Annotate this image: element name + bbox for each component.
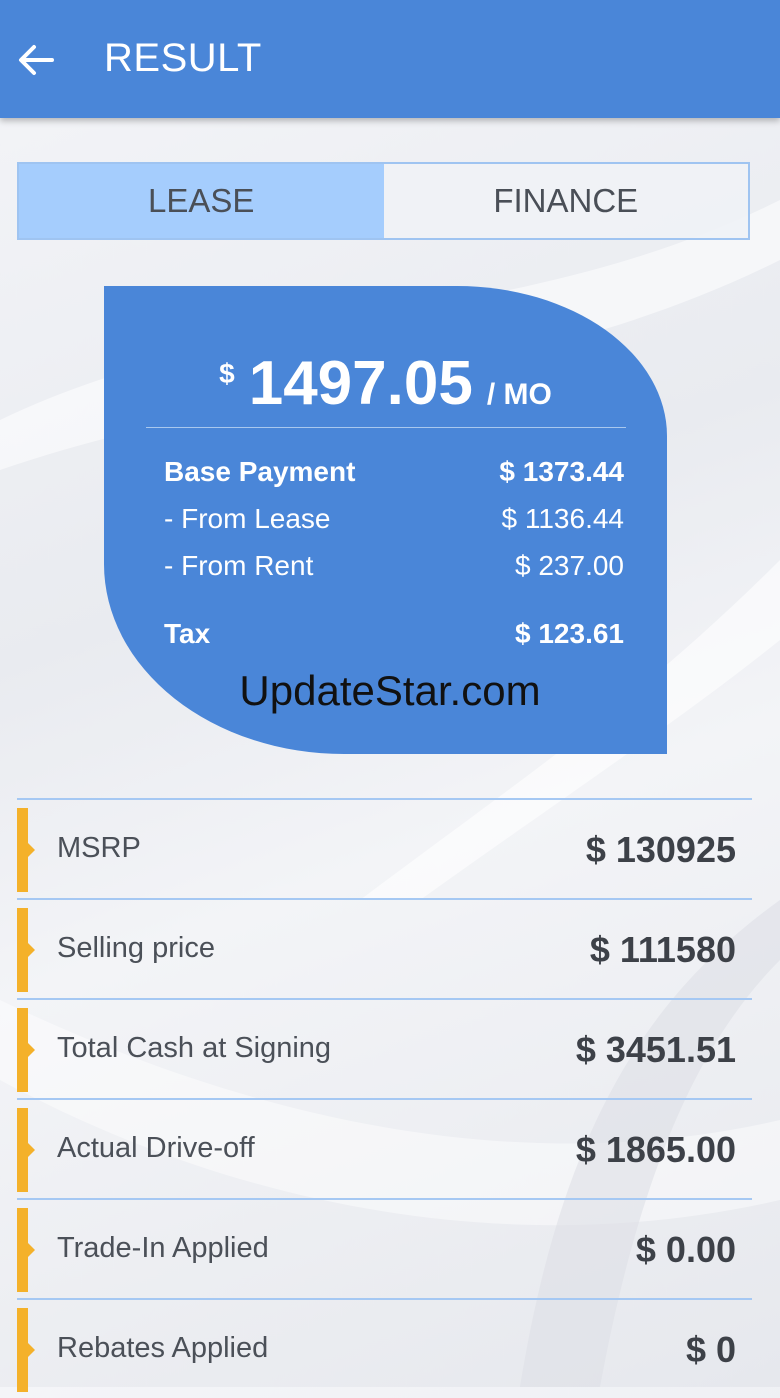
base-payment-row: Base Payment $ 1373.44 bbox=[164, 456, 624, 488]
list-item-msrp: MSRP $ 130925 bbox=[17, 800, 752, 898]
watermark: UpdateStar.com bbox=[239, 667, 541, 714]
app-bar: RESULT bbox=[0, 0, 780, 118]
from-rent-value: $ 237.00 bbox=[515, 550, 624, 581]
per-month-label: / MO bbox=[486, 378, 552, 411]
tax-row: Tax $ 123.61 bbox=[164, 618, 624, 650]
tax-label: Tax bbox=[164, 618, 211, 649]
row-value: $ 0.00 bbox=[635, 1229, 736, 1270]
row-marker bbox=[17, 808, 35, 892]
tab-finance[interactable]: FINANCE bbox=[383, 164, 748, 238]
row-marker bbox=[17, 1008, 35, 1092]
monthly-amount: 1497.05 bbox=[248, 349, 473, 418]
row-marker bbox=[17, 1308, 35, 1392]
list-item-trade-in-applied: Trade-In Applied $ 0.00 bbox=[17, 1200, 752, 1298]
row-value: $ 1865.00 bbox=[575, 1129, 736, 1170]
list-item-rebates-applied: Rebates Applied $ 0 bbox=[17, 1300, 752, 1398]
lease-finance-tabs: LEASE FINANCE bbox=[17, 162, 750, 240]
page-title: RESULT bbox=[104, 36, 262, 80]
row-value: $ 130925 bbox=[585, 829, 736, 870]
from-rent-label: - From Rent bbox=[164, 550, 314, 581]
tax-value: $ 123.61 bbox=[515, 618, 624, 649]
base-payment-value: $ 1373.44 bbox=[499, 456, 624, 487]
row-label: Actual Drive-off bbox=[57, 1132, 255, 1164]
currency-symbol: $ bbox=[219, 358, 235, 389]
row-label: Rebates Applied bbox=[57, 1332, 269, 1364]
back-button[interactable] bbox=[12, 36, 60, 84]
summary-divider bbox=[146, 427, 626, 428]
row-value: $ 3451.51 bbox=[575, 1029, 736, 1070]
list-item-total-cash-at-signing: Total Cash at Signing $ 3451.51 bbox=[17, 1000, 752, 1098]
arrow-left-icon bbox=[19, 45, 54, 75]
row-marker bbox=[17, 1108, 35, 1192]
base-payment-label: Base Payment bbox=[164, 456, 356, 487]
row-marker bbox=[17, 908, 35, 992]
row-label: Selling price bbox=[57, 932, 215, 964]
from-rent-row: - From Rent $ 237.00 bbox=[164, 550, 624, 582]
monthly-payment: $1497.05 / MO bbox=[104, 348, 667, 419]
row-value: $ 0 bbox=[685, 1329, 736, 1370]
from-lease-value: $ 1136.44 bbox=[501, 503, 625, 534]
row-label: MSRP bbox=[57, 832, 141, 864]
tab-lease[interactable]: LEASE bbox=[19, 164, 384, 238]
row-label: Trade-In Applied bbox=[57, 1232, 269, 1264]
list-item-selling-price: Selling price $ 111580 bbox=[17, 900, 752, 998]
row-value: $ 111580 bbox=[589, 929, 736, 970]
list-item-actual-drive-off: Actual Drive-off $ 1865.00 bbox=[17, 1100, 752, 1198]
details-list: MSRP $ 130925 Selling price $ 111580 Tot… bbox=[17, 798, 752, 1398]
row-marker bbox=[17, 1208, 35, 1292]
from-lease-row: - From Lease $ 1136.44 bbox=[164, 503, 624, 535]
from-lease-label: - From Lease bbox=[164, 503, 331, 534]
row-label: Total Cash at Signing bbox=[57, 1032, 332, 1064]
